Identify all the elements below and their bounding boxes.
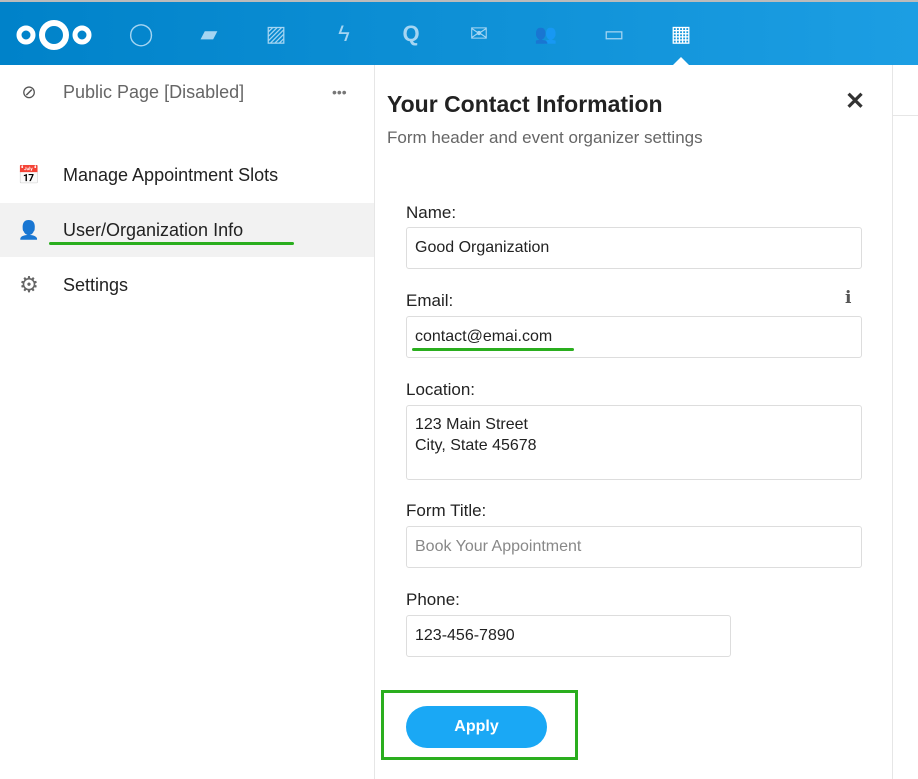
- sidebar-item-label: Settings: [63, 274, 129, 295]
- highlight-box: [381, 690, 578, 760]
- sidebar-item-manage-slots[interactable]: 📅 Manage Appointment Slots: [0, 148, 374, 202]
- sidebar-item-public-page[interactable]: ⊘ Public Page [Disabled] •••: [0, 65, 374, 119]
- location-input[interactable]: 123 Main Street City, State 45678: [406, 405, 862, 480]
- top-bar: ◯ ▰ ▨ ϟ Q ✉ 👥 ▭ ▦: [0, 0, 918, 67]
- sidebar-item-settings[interactable]: ⚙ Settings: [0, 258, 374, 312]
- sidebar-item-user-info[interactable]: 👤 User/Organization Info: [0, 203, 374, 257]
- highlight-underline: [49, 242, 294, 245]
- calendar-icon[interactable]: ▭: [601, 20, 627, 48]
- talk-icon[interactable]: Q: [398, 20, 424, 48]
- gear-icon: ⚙: [19, 272, 39, 297]
- info-icon[interactable]: i: [845, 288, 851, 308]
- nextcloud-logo-icon[interactable]: [14, 18, 94, 52]
- panel-title: Your Contact Information: [387, 91, 663, 117]
- phone-label: Phone:: [406, 590, 460, 609]
- sidebar-item-label: User/Organization Info: [63, 219, 244, 240]
- user-icon: 👤: [17, 219, 41, 240]
- name-label: Name:: [406, 203, 457, 222]
- calendar-clock-icon: 📅: [17, 164, 41, 185]
- files-icon[interactable]: ▰: [196, 20, 222, 48]
- phone-input[interactable]: [406, 615, 731, 657]
- public-page-label: Public Page [Disabled]: [63, 81, 245, 102]
- sidebar-item-label: Manage Appointment Slots: [63, 164, 279, 185]
- close-button[interactable]: ✕: [845, 87, 865, 116]
- sidebar: ⊘ Public Page [Disabled] ••• 📅 Manage Ap…: [0, 65, 375, 779]
- more-options-button[interactable]: •••: [332, 84, 347, 100]
- activity-icon[interactable]: ϟ: [331, 20, 357, 48]
- photos-icon[interactable]: ▨: [263, 20, 289, 48]
- name-input[interactable]: [406, 227, 862, 269]
- location-label: Location:: [406, 380, 475, 399]
- dashboard-icon[interactable]: ◯: [128, 20, 154, 48]
- form-title-label: Form Title:: [406, 501, 487, 520]
- divider: [893, 115, 918, 116]
- monitor-off-icon: ⊘: [21, 81, 37, 102]
- appointments-icon[interactable]: ▦: [668, 20, 694, 48]
- contacts-icon[interactable]: 👥: [533, 20, 559, 48]
- contact-info-panel: Your Contact Information Form header and…: [375, 65, 893, 779]
- form-title-input[interactable]: [406, 526, 862, 568]
- email-label: Email:: [406, 291, 454, 310]
- email-input[interactable]: [406, 316, 862, 358]
- panel-subtitle: Form header and event organizer settings: [387, 128, 703, 147]
- mail-icon[interactable]: ✉: [466, 20, 492, 48]
- highlight-underline: [412, 348, 574, 351]
